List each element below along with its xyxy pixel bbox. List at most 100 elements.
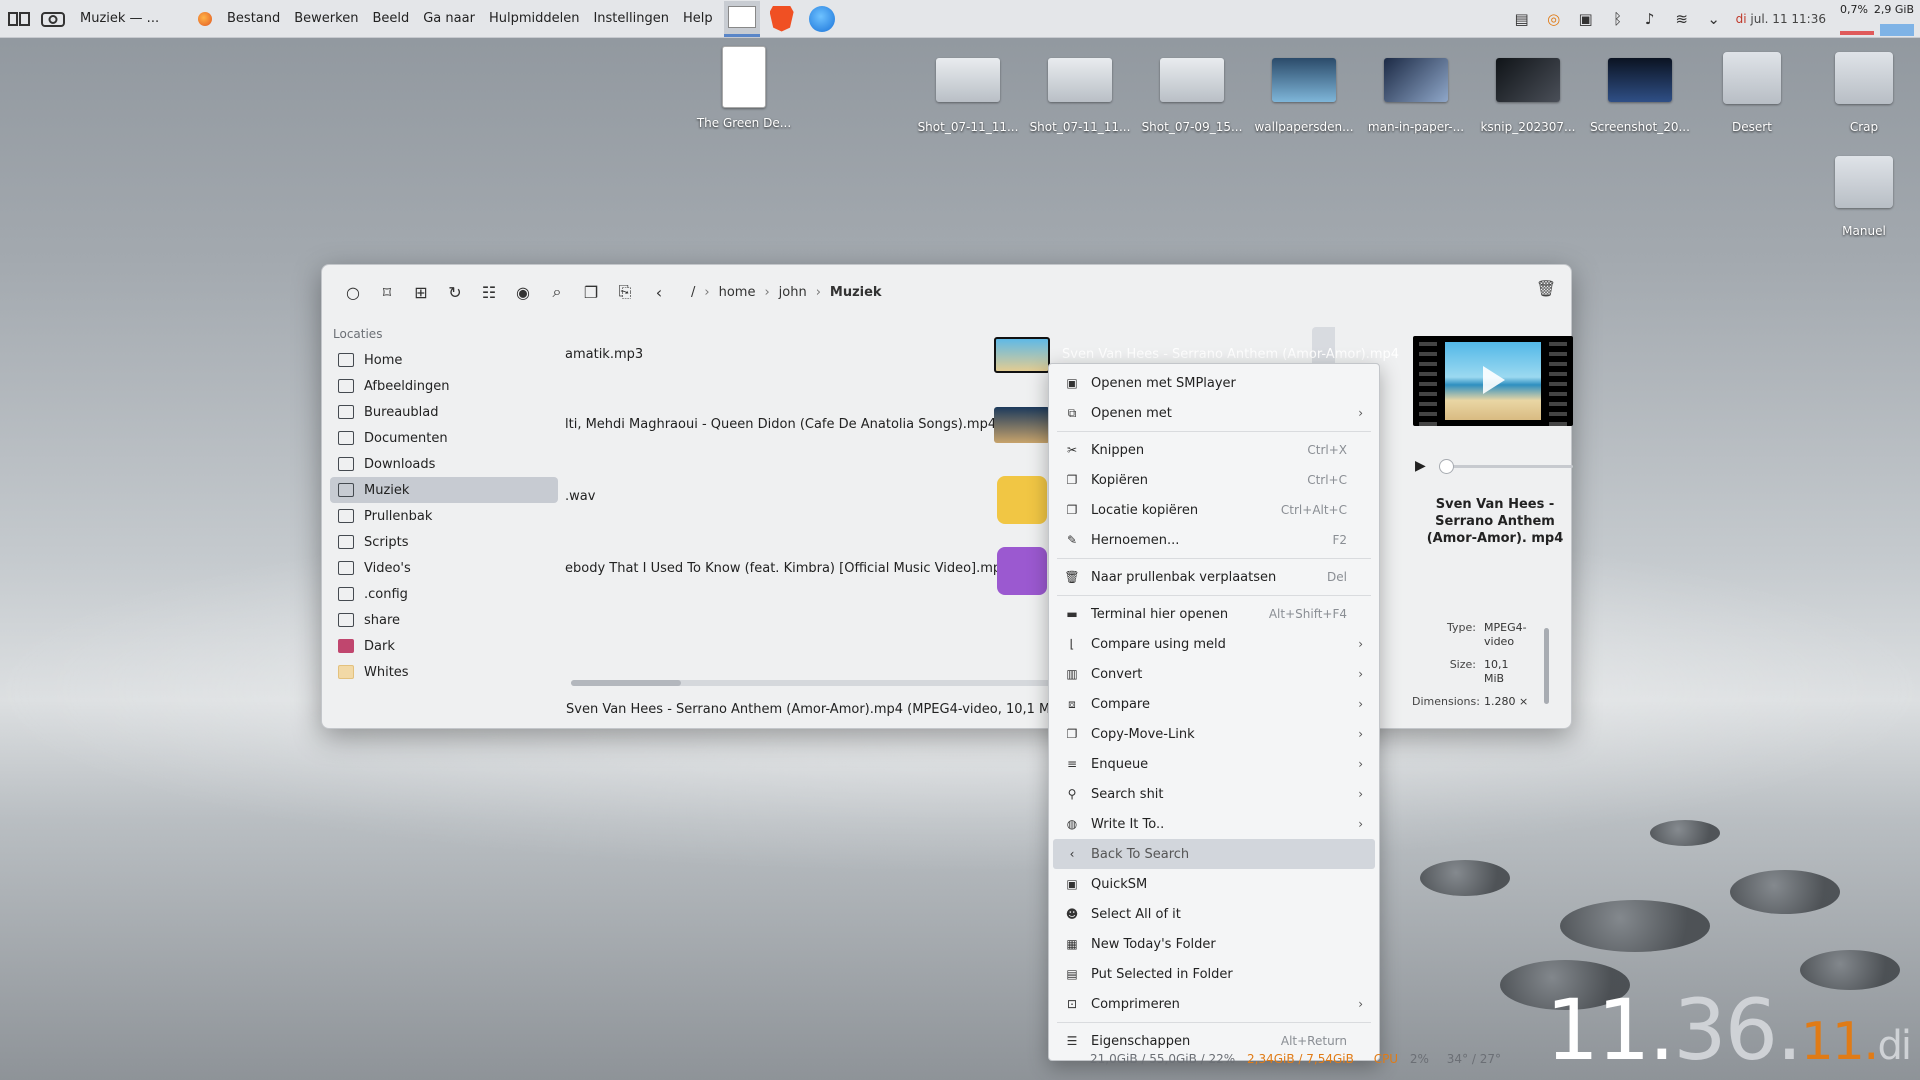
menu-item-openen-met-smplayer[interactable]: ▣ Openen met SMPlayer <box>1049 368 1379 398</box>
menu-item-convert[interactable]: ▥ Convert › <box>1049 659 1379 689</box>
enqueue-icon: ≡ <box>1066 757 1078 771</box>
breadcrumb-current[interactable]: Muziek <box>830 285 882 300</box>
menu-item-knippen[interactable]: ✂ Knippen Ctrl+X <box>1049 435 1379 465</box>
menu-item-quicksm[interactable]: ▣ QuickSM <box>1049 869 1379 899</box>
place-afbeeldingen[interactable]: Afbeeldingen <box>330 373 558 399</box>
desktop-folder[interactable]: Manuel <box>1810 156 1918 238</box>
horizontal-scrollbar[interactable] <box>571 680 1051 686</box>
menu-item-openen-met[interactable]: ⧉ Openen met › <box>1049 398 1379 428</box>
place-muziek[interactable]: Muziek <box>330 477 558 503</box>
seek-slider[interactable] <box>1443 465 1573 468</box>
place-dark[interactable]: Dark <box>330 633 558 659</box>
volume-icon[interactable]: ♪ <box>1640 10 1660 28</box>
menu-instellingen[interactable]: Instellingen <box>586 11 676 26</box>
place-share[interactable]: share <box>330 607 558 633</box>
menu-item-select-all-of-it[interactable]: ☻ Select All of it <box>1049 899 1379 929</box>
breadcrumb-home[interactable]: home <box>719 285 756 300</box>
desktop-folder[interactable]: Crap <box>1810 52 1918 134</box>
task-dolphin[interactable] <box>723 0 760 37</box>
menu-item-label: Search shit <box>1091 786 1164 802</box>
menu-item-write-it-to[interactable]: ◍ Write It To.. › <box>1049 809 1379 839</box>
menu-item-enqueue[interactable]: ≡ Enqueue › <box>1049 749 1379 779</box>
scrollbar-handle[interactable] <box>571 680 681 686</box>
menu-item-copy-move-link[interactable]: ❐ Copy-Move-Link › <box>1049 719 1379 749</box>
delete-button[interactable]: 🗑 <box>1535 279 1557 301</box>
place-videos[interactable]: Video's <box>330 555 558 581</box>
place-whites[interactable]: Whites <box>330 659 558 685</box>
menu-ga-naar[interactable]: Ga naar <box>416 11 482 26</box>
menu-help[interactable]: Help <box>676 11 720 26</box>
bookmark-button[interactable]: ⌑ <box>370 277 404 307</box>
menu-hulpmiddelen[interactable]: Hulpmiddelen <box>482 11 587 26</box>
menu-item-back-to-search[interactable]: ‹ Back To Search <box>1053 839 1375 869</box>
screenshot-button[interactable] <box>38 4 68 34</box>
search-button[interactable]: ⌕ <box>540 277 574 307</box>
breadcrumb-root[interactable]: / <box>691 285 695 300</box>
menu-item-compare[interactable]: ⧈ Compare › <box>1049 689 1379 719</box>
place-bureaublad[interactable]: Bureaublad <box>330 399 558 425</box>
task-app[interactable] <box>804 1 840 37</box>
menu-item-locatie-kopi-ren[interactable]: ❐ Locatie kopiëren Ctrl+Alt+C <box>1049 495 1379 525</box>
system-monitor[interactable]: 0,7% 2,9 GiB <box>1840 0 1914 38</box>
desktop-folder[interactable]: Desert <box>1698 52 1806 134</box>
desktop-icon[interactable]: wallpapersden... <box>1250 58 1358 134</box>
updates-tray-icon[interactable]: ◎ <box>1544 10 1564 28</box>
breadcrumb-john[interactable]: john <box>779 285 807 300</box>
file-row[interactable]: amatik.mp3 <box>565 347 643 367</box>
file-row[interactable]: ebody That I Used To Know (feat. Kimbra)… <box>565 561 1009 581</box>
cpu-label: CPU <box>1373 1052 1399 1066</box>
menu-bewerken[interactable]: Bewerken <box>287 11 365 26</box>
firefox-icon[interactable] <box>198 11 212 26</box>
preview-toggle-button[interactable]: ◉ <box>506 277 540 307</box>
split-view-button[interactable]: ⊞ <box>404 277 438 307</box>
new-file-button[interactable]: ⎘ <box>608 277 642 307</box>
place-label: Scripts <box>364 534 409 550</box>
task-brave[interactable] <box>764 1 800 37</box>
calendar-icon: ▦ <box>1066 937 1078 951</box>
place-label: Home <box>364 352 403 368</box>
view-mode-button[interactable]: ☷ <box>472 277 506 307</box>
notes-tray-icon[interactable]: ▤ <box>1512 10 1532 28</box>
menu-item-compare-using-meld[interactable]: ⌊ Compare using meld › <box>1049 629 1379 659</box>
menu-beeld[interactable]: Beeld <box>365 11 416 26</box>
app-launcher-button[interactable] <box>4 4 34 34</box>
place-config[interactable]: .config <box>330 581 558 607</box>
desktop-icon[interactable]: Shot_07-11_11... <box>1026 58 1134 134</box>
circle-button[interactable]: ○ <box>336 277 370 307</box>
menu-item-naar-prullenbak-verplaatsen[interactable]: 🗑 Naar prullenbak verplaatsen Del <box>1049 562 1379 592</box>
panel-clock[interactable]: di jul. 11 11:36 <box>1736 12 1826 26</box>
network-icon[interactable]: ≋ <box>1672 10 1692 28</box>
menu-item-label: Terminal hier openen <box>1091 606 1229 622</box>
desktop-icon[interactable]: The Green De... <box>690 46 798 130</box>
menu-item-comprimeren[interactable]: ⊡ Comprimeren › <box>1049 989 1379 1019</box>
menu-item-kopi-ren[interactable]: ❐ Kopiëren Ctrl+C <box>1049 465 1379 495</box>
place-documenten[interactable]: Documenten <box>330 425 558 451</box>
desktop-icon[interactable]: ksnip_202307... <box>1474 58 1582 134</box>
file-row[interactable]: lti, Mehdi Maghraoui - Queen Didon (Cafe… <box>565 417 996 437</box>
info-scrollbar[interactable] <box>1544 628 1549 704</box>
back-button[interactable]: ‹ <box>642 277 676 307</box>
place-scripts[interactable]: Scripts <box>330 529 558 555</box>
chevron-down-icon[interactable]: ⌄ <box>1704 10 1724 28</box>
place-home[interactable]: Home <box>330 347 558 373</box>
menu-item-new-today-s-folder[interactable]: ▦ New Today's Folder <box>1049 929 1379 959</box>
play-button[interactable]: ▶ <box>1415 458 1426 474</box>
menu-item-search-shit[interactable]: ⚲ Search shit › <box>1049 779 1379 809</box>
seek-handle[interactable] <box>1439 459 1454 474</box>
refresh-button[interactable]: ↻ <box>438 277 472 307</box>
file-row[interactable]: .wav <box>565 489 595 509</box>
menu-bestand[interactable]: Bestand <box>220 11 287 26</box>
desktop-icon[interactable]: Screenshot_20... <box>1586 58 1694 134</box>
menu-item-terminal-hier-openen[interactable]: ▬ Terminal hier openen Alt+Shift+F4 <box>1049 599 1379 629</box>
place-downloads[interactable]: Downloads <box>330 451 558 477</box>
desktop-icon[interactable]: Shot_07-09_15... <box>1138 58 1246 134</box>
bluetooth-icon[interactable]: ᛒ <box>1608 10 1628 28</box>
desktop-icon[interactable]: Shot_07-11_11... <box>914 58 1022 134</box>
menu-item-put-selected-in-folder[interactable]: ▤ Put Selected in Folder <box>1049 959 1379 989</box>
copy-button[interactable]: ❐ <box>574 277 608 307</box>
copy-icon: ❐ <box>583 282 599 302</box>
menu-item-hernoemen[interactable]: ✎ Hernoemen... F2 <box>1049 525 1379 555</box>
clipboard-tray-icon[interactable]: ▣ <box>1576 10 1596 28</box>
place-prullenbak[interactable]: Prullenbak <box>330 503 558 529</box>
desktop-icon[interactable]: man-in-paper-... <box>1362 58 1470 134</box>
